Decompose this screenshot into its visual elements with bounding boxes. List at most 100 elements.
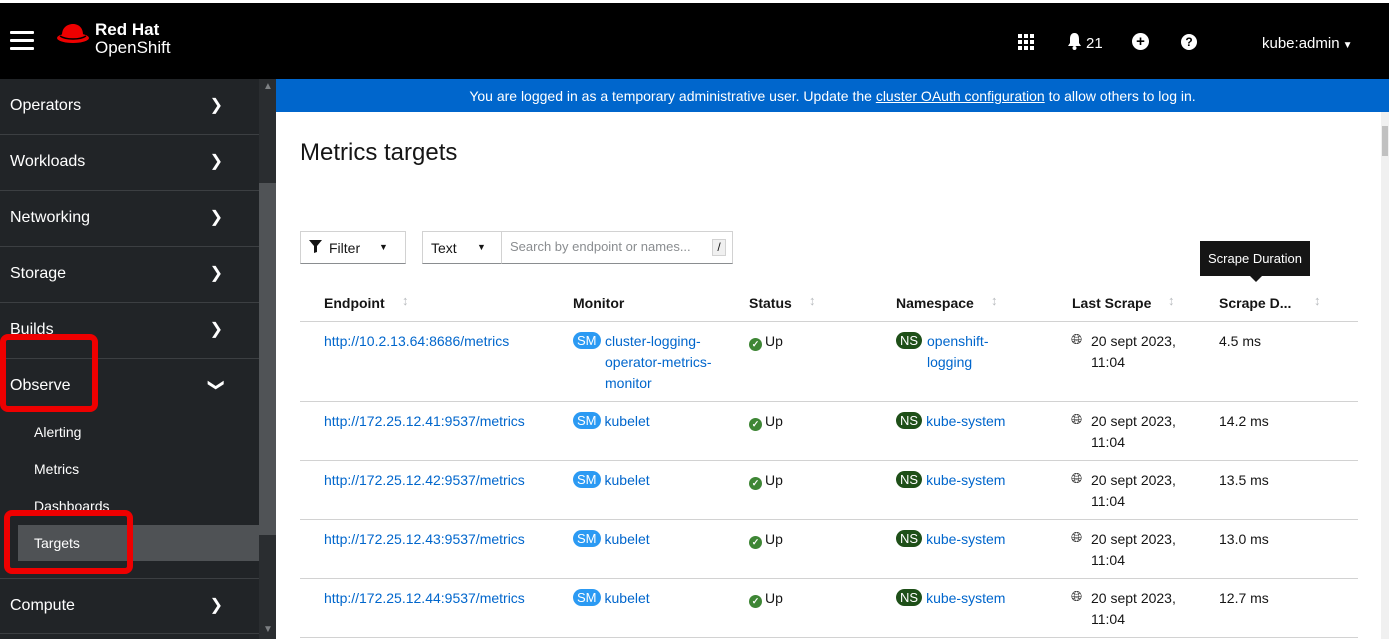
- status-text: Up: [765, 472, 783, 488]
- namespace-badge: NS: [896, 589, 923, 606]
- namespace-link[interactable]: kube-system: [926, 472, 1005, 488]
- check-circle-icon: ✓: [749, 595, 762, 608]
- namespace-cell: NS kube-system: [896, 411, 1005, 432]
- notification-count[interactable]: 21: [1086, 35, 1103, 52]
- scrollbar-thumb[interactable]: [1382, 126, 1388, 156]
- banner-prefix: You are logged in as a temporary adminis…: [469, 88, 876, 104]
- column-header-status[interactable]: Status: [749, 295, 792, 311]
- status-cell: ✓ Up: [749, 588, 783, 609]
- monitor-cell: SM kubelet: [573, 470, 650, 491]
- monitor-link[interactable]: kubelet: [605, 590, 650, 606]
- page-title: Metrics targets: [300, 139, 458, 166]
- scrollbar-thumb[interactable]: [259, 183, 276, 535]
- sort-icon[interactable]: ↕: [1168, 293, 1175, 308]
- monitor-link[interactable]: kubelet: [605, 472, 650, 488]
- check-circle-icon: ✓: [749, 536, 762, 549]
- monitor-cell: SM kubelet: [573, 411, 650, 432]
- sort-icon[interactable]: ↕: [809, 293, 816, 308]
- chevron-right-icon: ❯: [209, 321, 223, 338]
- filter-dropdown[interactable]: Filter ▼: [300, 231, 406, 264]
- nav-networking[interactable]: Networking ❯: [0, 191, 259, 247]
- nav-compute[interactable]: Compute ❯: [0, 578, 259, 634]
- monitor-link[interactable]: kubelet: [605, 531, 650, 547]
- monitor-cell: SM kubelet: [573, 529, 650, 550]
- nav-sub-metrics[interactable]: Metrics: [34, 461, 79, 477]
- oauth-config-link[interactable]: cluster OAuth configuration: [876, 88, 1045, 104]
- nav-sub-alerting[interactable]: Alerting: [34, 424, 81, 440]
- namespace-link[interactable]: kube-system: [926, 413, 1005, 429]
- chevron-right-icon: ❯: [209, 597, 223, 614]
- scrape-duration-tooltip: Scrape Duration: [1200, 241, 1310, 282]
- column-header-endpoint[interactable]: Endpoint: [324, 295, 385, 311]
- endpoint-link[interactable]: http://172.25.12.41:9537/metrics: [324, 411, 525, 432]
- monitor-link[interactable]: cluster-logging-operator-metrics-monitor: [605, 331, 723, 394]
- sort-icon[interactable]: ↕: [1314, 293, 1321, 308]
- chevron-right-icon: ❯: [209, 209, 223, 226]
- masthead: Red Hat OpenShift 21 + ? kube:admin ▼: [0, 0, 1389, 79]
- help-icon[interactable]: ?: [1181, 34, 1197, 50]
- nav-label: Compute: [10, 597, 75, 614]
- bell-icon[interactable]: [1067, 33, 1082, 55]
- column-header-scrape-duration[interactable]: Scrape D...: [1219, 295, 1291, 311]
- namespace-badge: NS: [896, 471, 923, 488]
- nav-workloads[interactable]: Workloads ❯: [0, 135, 259, 191]
- status-cell: ✓ Up: [749, 331, 783, 352]
- filter-label: Filter: [329, 240, 361, 256]
- row-divider: [300, 460, 1358, 461]
- scroll-down-icon[interactable]: ▼: [263, 624, 273, 635]
- globe-icon: 🌐︎: [1071, 470, 1083, 486]
- search-box: /: [502, 231, 733, 264]
- servicemonitor-badge: SM: [573, 471, 601, 488]
- header-divider: [300, 321, 1358, 322]
- sidebar-scrollbar[interactable]: ▲ ▼: [259, 79, 276, 639]
- hamburger-menu-icon[interactable]: [10, 31, 34, 51]
- chevron-right-icon: ❯: [209, 97, 223, 114]
- search-input[interactable]: [510, 239, 705, 254]
- nav-label: Workloads: [10, 153, 86, 170]
- servicemonitor-badge: SM: [573, 412, 601, 429]
- namespace-cell: NS kube-system: [896, 529, 1005, 550]
- last-scrape: 20 sept 2023, 11:04: [1091, 590, 1176, 627]
- endpoint-link[interactable]: http://10.2.13.64:8686/metrics: [324, 331, 509, 352]
- monitor-cell: SM kubelet: [573, 588, 650, 609]
- row-divider: [300, 578, 1358, 579]
- namespace-link[interactable]: openshift-logging: [927, 331, 1007, 373]
- banner-suffix: to allow others to log in.: [1044, 88, 1196, 104]
- main-content: Metrics targets Filter ▼ Text ▼ / Scrape…: [276, 112, 1381, 639]
- column-header-namespace[interactable]: Namespace: [896, 295, 974, 311]
- namespace-badge: NS: [896, 412, 923, 429]
- monitor-link[interactable]: kubelet: [605, 413, 650, 429]
- endpoint-link[interactable]: http://172.25.12.44:9537/metrics: [324, 588, 525, 609]
- endpoint-link[interactable]: http://172.25.12.42:9537/metrics: [324, 470, 525, 491]
- nav-label: Storage: [10, 265, 67, 282]
- namespace-link[interactable]: kube-system: [926, 531, 1005, 547]
- status-cell: ✓ Up: [749, 470, 783, 491]
- scrape-duration: 13.0 ms: [1219, 531, 1269, 547]
- status-cell: ✓ Up: [749, 529, 783, 550]
- sort-icon[interactable]: ↕: [991, 293, 998, 308]
- row-divider: [300, 637, 1358, 638]
- nav-storage[interactable]: Storage ❯: [0, 247, 259, 303]
- column-header-last-scrape[interactable]: Last Scrape: [1072, 295, 1151, 311]
- endpoint-link[interactable]: http://172.25.12.43:9537/metrics: [324, 529, 525, 550]
- namespace-cell: NS kube-system: [896, 588, 1005, 609]
- nav-label: Networking: [10, 209, 91, 226]
- servicemonitor-badge: SM: [573, 332, 601, 349]
- nav-operators[interactable]: Operators ❯: [0, 79, 259, 135]
- last-scrape: 20 sept 2023, 11:04: [1091, 472, 1176, 509]
- status-text: Up: [765, 590, 783, 606]
- highlight-observe: [0, 334, 98, 412]
- globe-icon: 🌐︎: [1071, 588, 1083, 604]
- sort-icon[interactable]: ↕: [402, 293, 409, 308]
- servicemonitor-badge: SM: [573, 589, 601, 606]
- main-scrollbar[interactable]: [1381, 112, 1389, 639]
- red-hat-icon: [57, 24, 89, 43]
- text-type-dropdown[interactable]: Text ▼: [422, 231, 502, 264]
- status-text: Up: [765, 333, 783, 349]
- namespace-link[interactable]: kube-system: [926, 590, 1005, 606]
- user-menu[interactable]: kube:admin ▼: [1262, 35, 1352, 52]
- application-launcher-icon[interactable]: [1018, 34, 1034, 50]
- scroll-up-icon[interactable]: ▲: [263, 81, 273, 92]
- import-plus-icon[interactable]: +: [1132, 33, 1149, 50]
- status-text: Up: [765, 413, 783, 429]
